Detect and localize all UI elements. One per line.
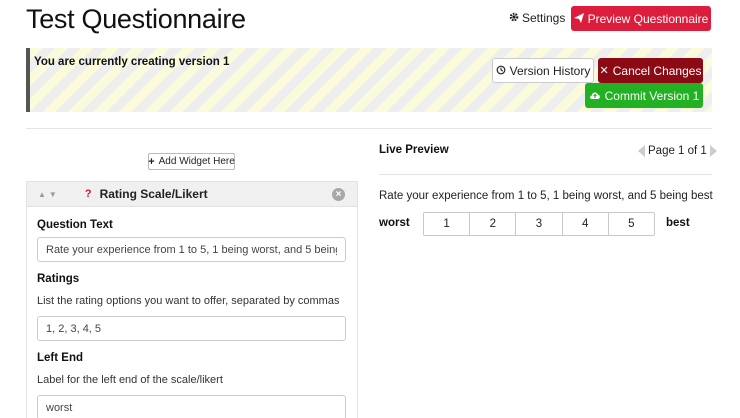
ratings-input[interactable]: [37, 316, 346, 341]
plus-icon: +: [148, 155, 155, 168]
settings-link[interactable]: Settings: [509, 11, 565, 25]
rating-option-4[interactable]: 4: [561, 212, 609, 236]
live-preview-title: Live Preview: [379, 144, 449, 156]
cancel-changes-label: Cancel Changes: [612, 63, 702, 78]
cloud-upload-icon: [589, 89, 601, 103]
left-end-help: Label for the left end of the scale/like…: [37, 374, 223, 386]
rating-scale-options: 1 2 3 4 5: [423, 212, 655, 236]
scale-left-label: worst: [379, 217, 410, 229]
rating-option-3[interactable]: 3: [515, 212, 563, 236]
question-text-input[interactable]: [37, 237, 346, 262]
previous-page-icon[interactable]: [638, 145, 645, 157]
question-icon: ?: [84, 188, 92, 200]
rating-option-5[interactable]: 5: [607, 212, 655, 236]
commit-version-button[interactable]: Commit Version 1: [585, 83, 703, 108]
preview-question-text: Rate your experience from 1 to 5, 1 bein…: [379, 190, 713, 202]
ratings-help: List the rating options you want to offe…: [37, 295, 340, 307]
preview-questionnaire-label: Preview Questionnaire: [587, 11, 709, 26]
version-history-button[interactable]: Version History: [492, 58, 594, 83]
ratings-label: Ratings: [37, 273, 80, 285]
section-divider: [26, 128, 712, 129]
version-history-label: Version History: [509, 63, 591, 78]
close-circle-icon[interactable]: ×: [332, 188, 345, 201]
cancel-changes-button[interactable]: ✕ Cancel Changes: [598, 58, 703, 83]
rating-option-1[interactable]: 1: [423, 212, 471, 236]
preview-questionnaire-button[interactable]: Preview Questionnaire: [571, 6, 711, 31]
version-banner-text: You are currently creating version 1: [34, 56, 230, 68]
add-widget-button[interactable]: + Add Widget Here: [148, 153, 235, 170]
pager-label: Page 1 of 1: [648, 145, 707, 157]
move-down-icon[interactable]: ▼: [49, 190, 57, 199]
next-page-icon[interactable]: [709, 145, 717, 157]
gear-icon: [509, 11, 519, 25]
commit-version-label: Commit Version 1: [604, 88, 700, 103]
left-end-input[interactable]: [37, 395, 346, 418]
settings-label: Settings: [522, 11, 566, 25]
scale-right-label: best: [666, 217, 690, 229]
page-title: Test Questionnaire: [26, 4, 246, 34]
move-up-icon[interactable]: ▲: [38, 190, 46, 199]
rating-option-2[interactable]: 2: [469, 212, 517, 236]
history-icon: [496, 64, 506, 78]
question-text-label: Question Text: [37, 219, 113, 231]
widget-title: Rating Scale/Likert: [99, 187, 208, 201]
pager: Page 1 of 1: [638, 145, 717, 157]
add-widget-label: Add Widget Here: [158, 156, 235, 167]
widget-header: ▲ ▼ ? Rating Scale/Likert ×: [27, 182, 357, 207]
left-end-label: Left End: [37, 352, 83, 364]
rating-scale-widget: ▲ ▼ ? Rating Scale/Likert × Question Tex…: [26, 181, 358, 418]
preview-divider: [379, 174, 712, 175]
times-icon: ✕: [599, 65, 609, 77]
paper-plane-icon: [573, 12, 584, 26]
